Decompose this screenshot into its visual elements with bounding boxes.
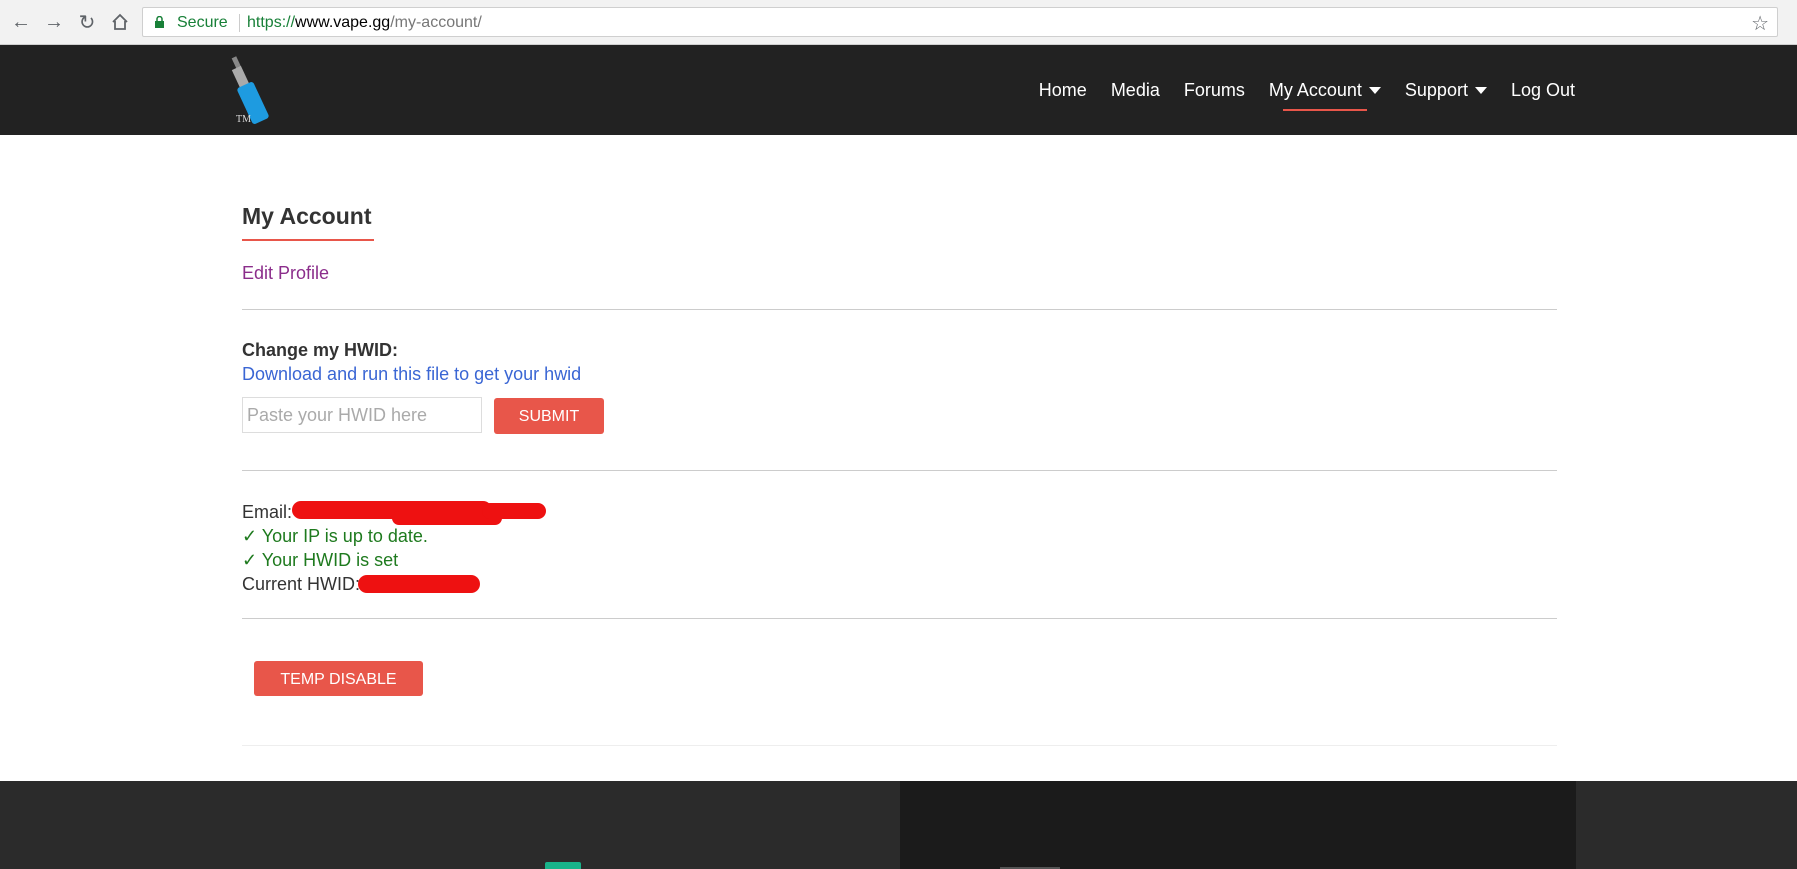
current-hwid-label: Current HWID: — [242, 574, 361, 594]
menu-forums[interactable]: Forums — [1184, 80, 1245, 101]
address-bar[interactable]: Secure https://www.vape.gg/my-account/ ☆ — [142, 7, 1778, 37]
menu-log-out[interactable]: Log Out — [1511, 80, 1575, 101]
menu-my-account-label: My Account — [1268, 79, 1362, 100]
forward-arrow-icon[interactable]: → — [41, 9, 67, 35]
divider — [242, 745, 1557, 746]
url-path: /my-account/ — [390, 14, 482, 31]
menu-media[interactable]: Media — [1111, 80, 1160, 101]
page-title: My Account — [242, 203, 372, 229]
secure-label: Secure — [177, 14, 228, 31]
menu-my-account[interactable]: My Account — [1268, 79, 1381, 111]
email-redaction — [482, 503, 546, 519]
home-icon[interactable] — [107, 9, 133, 35]
address-separator — [239, 14, 240, 32]
site-header: TM Home Media Forums My Account Support … — [0, 45, 1797, 135]
main-menu: Home Media Forums My Account Support Log… — [1015, 45, 1575, 135]
hwid-status: ✓ Your HWID is set — [242, 550, 399, 570]
email-label: Email: — [242, 502, 293, 522]
menu-media-label: Media — [1110, 79, 1160, 100]
url-host: www.vape.gg — [295, 14, 391, 31]
menu-support-label: Support — [1404, 79, 1468, 100]
title-underline — [242, 239, 374, 241]
hwid-heading: Change my HWID: — [242, 340, 399, 360]
site-logo[interactable]: TM — [230, 55, 290, 130]
lock-icon — [155, 16, 164, 28]
menu-forums-label: Forums — [1183, 79, 1245, 100]
bookmark-star-icon[interactable]: ☆ — [1751, 11, 1769, 36]
url-text[interactable]: https://www.vape.gg/my-account/ — [247, 14, 482, 32]
temp-disable-button[interactable]: TEMP DISABLE — [254, 661, 423, 696]
logo-tm: TM — [236, 114, 251, 125]
hwid-input[interactable] — [242, 397, 482, 433]
divider — [242, 618, 1557, 619]
divider — [242, 470, 1557, 471]
footer-accent — [545, 862, 581, 869]
reload-icon[interactable]: ↻ — [74, 9, 100, 35]
download-hwid-link[interactable]: Download and run this file to get your h… — [242, 364, 581, 385]
ip-status: ✓ Your IP is up to date. — [242, 526, 428, 546]
caret-down-icon — [1368, 86, 1381, 94]
edit-profile-link[interactable]: Edit Profile — [242, 263, 329, 284]
vape-logo-icon: TM — [231, 56, 269, 125]
footer-panel — [900, 781, 1576, 869]
site-footer — [0, 781, 1797, 869]
hwid-redaction — [358, 575, 480, 593]
back-arrow-icon[interactable]: ← — [8, 9, 34, 35]
submit-button[interactable]: SUBMIT — [494, 398, 604, 434]
divider — [242, 309, 1557, 310]
menu-home[interactable]: Home — [1039, 80, 1087, 101]
menu-log-out-label: Log Out — [1510, 79, 1575, 100]
caret-down-icon — [1474, 86, 1487, 94]
browser-toolbar: ← → ↻ Secure https://www.vape.gg/my-acco… — [0, 0, 1797, 45]
menu-home-label: Home — [1038, 79, 1087, 100]
url-scheme: https:// — [247, 14, 296, 31]
menu-support[interactable]: Support — [1405, 80, 1487, 101]
